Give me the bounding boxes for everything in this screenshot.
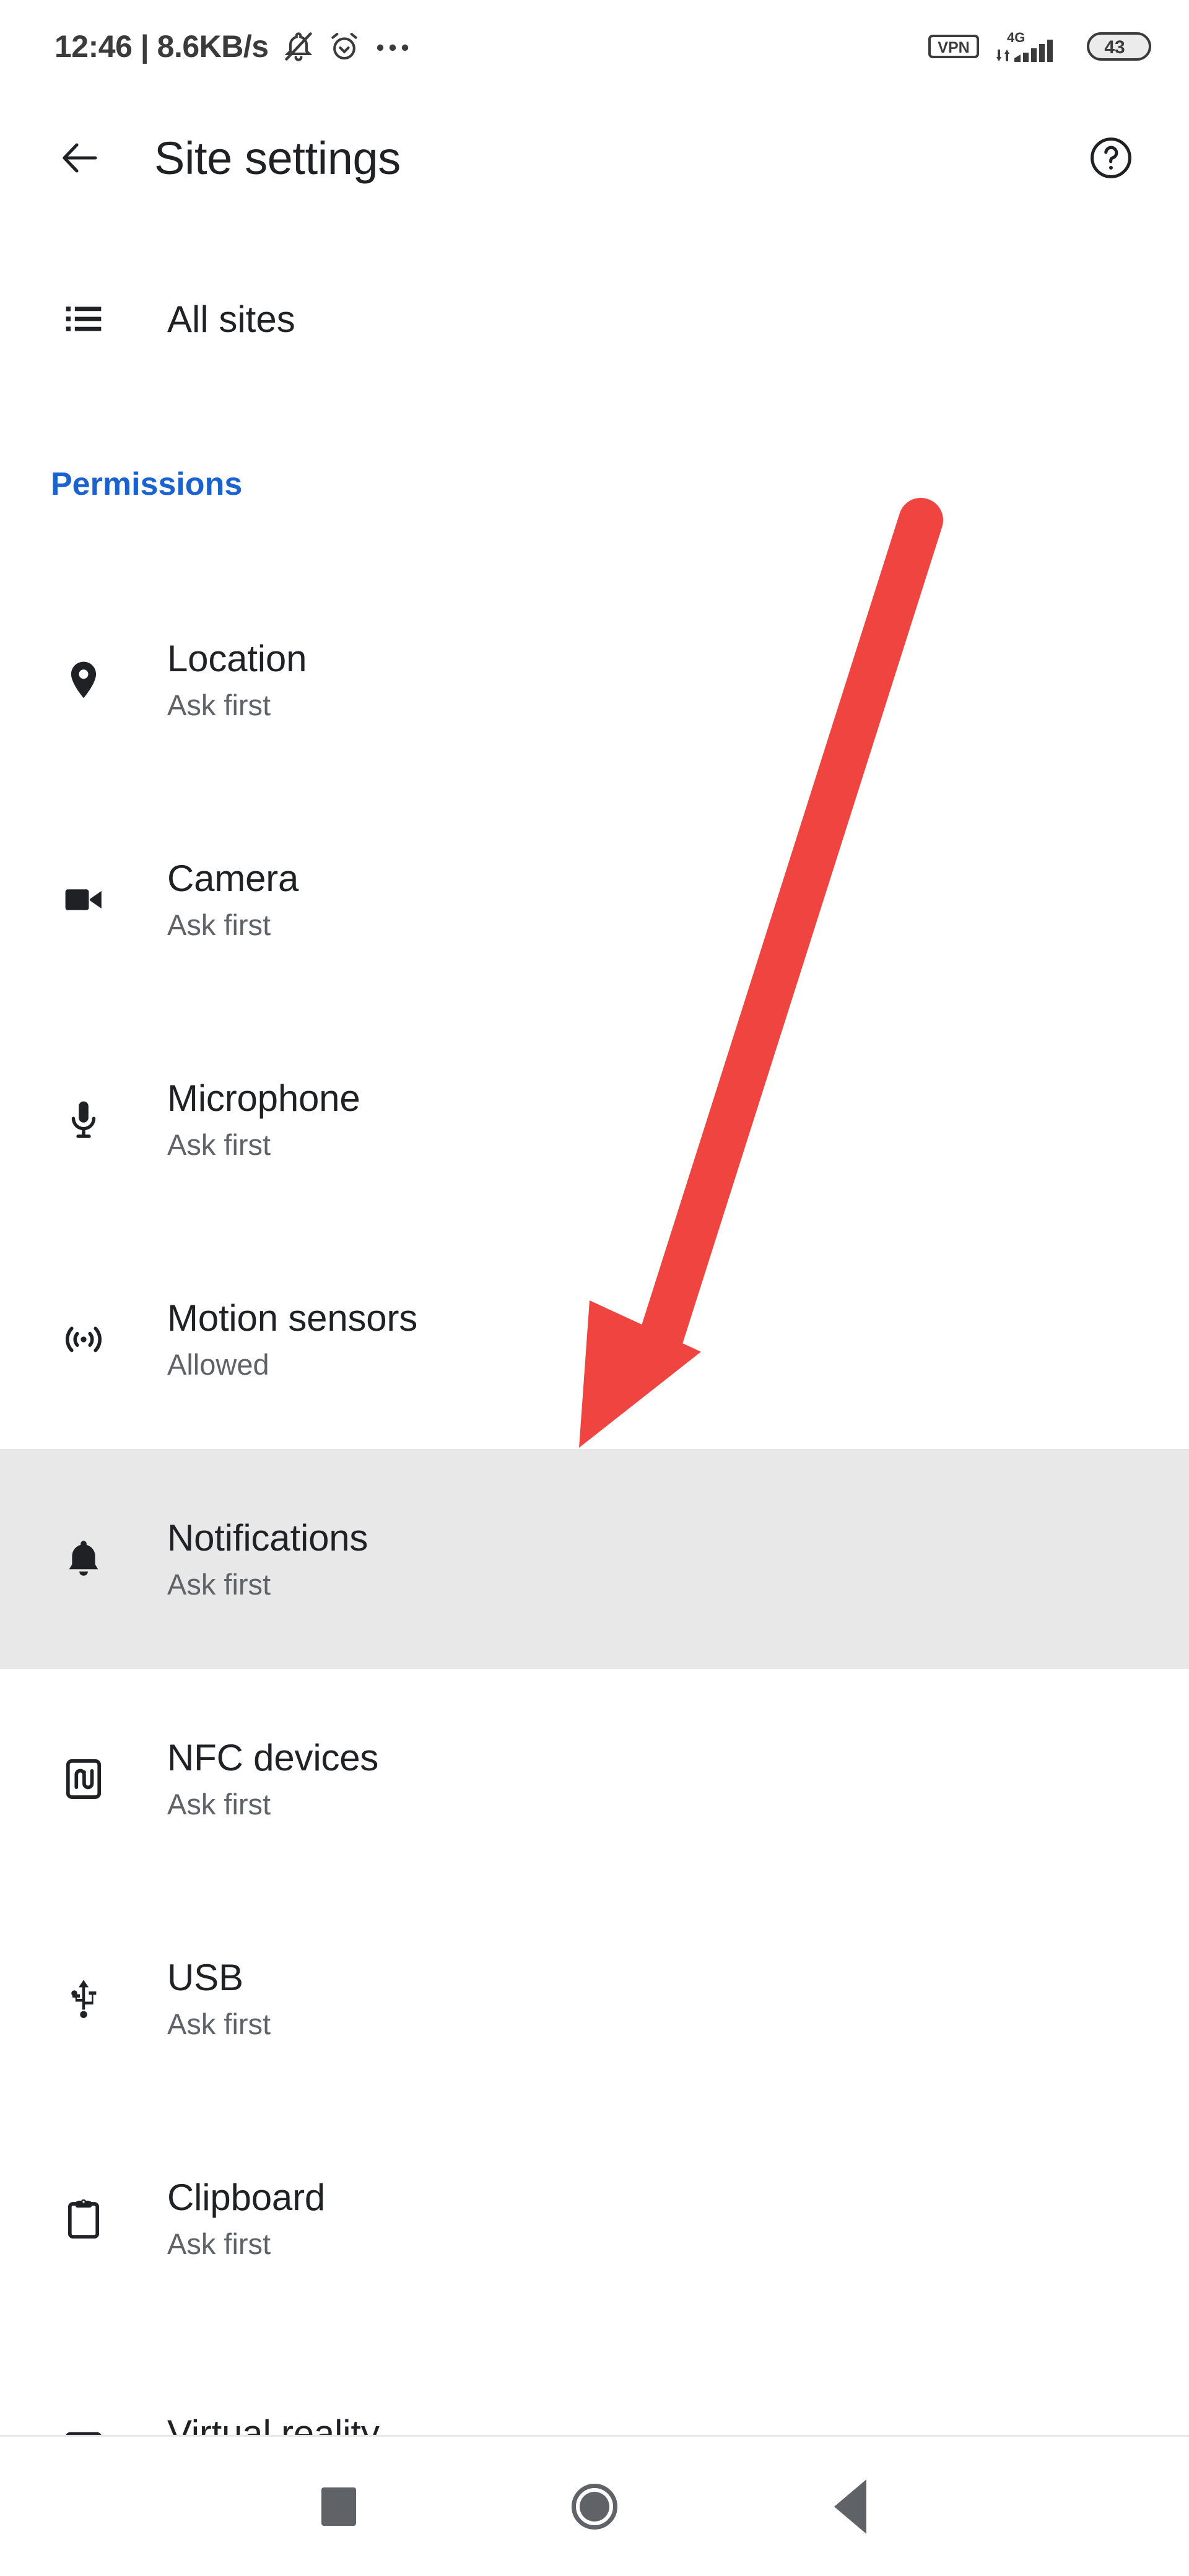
vpn-badge: VPN bbox=[928, 30, 980, 63]
permission-title: Motion sensors bbox=[167, 1297, 418, 1339]
permission-row-nfc-devices[interactable]: NFC devices Ask first bbox=[0, 1669, 1189, 1889]
back-button[interactable] bbox=[34, 136, 127, 180]
all-sites-label: All sites bbox=[167, 298, 295, 340]
permission-status: Ask first bbox=[167, 1788, 271, 1821]
status-bar: 12:46 | 8.6KB/s VPN 4G 43 bbox=[0, 0, 1189, 93]
status-clock: 12:46 | 8.6KB/s bbox=[54, 29, 269, 64]
help-circle-icon bbox=[1087, 134, 1135, 181]
permission-status: Ask first bbox=[167, 1568, 271, 1601]
signal-bars-icon: 4G bbox=[996, 27, 1070, 66]
permission-text: Location Ask first bbox=[167, 638, 307, 721]
location-pin-icon bbox=[0, 658, 167, 702]
alarm-clock-icon bbox=[328, 30, 360, 63]
permission-row-notifications[interactable]: Notifications Ask first bbox=[0, 1449, 1189, 1669]
list-icon bbox=[0, 298, 167, 340]
nfc-icon bbox=[0, 1757, 167, 1801]
permission-title: USB bbox=[167, 1957, 243, 1999]
phone-screen: 12:46 | 8.6KB/s VPN 4G 43 Site settings … bbox=[0, 0, 1189, 2576]
permission-row-usb[interactable]: USB Ask first bbox=[0, 1889, 1189, 2108]
permission-title: Clipboard bbox=[167, 2177, 326, 2219]
usb-icon bbox=[0, 1977, 167, 2021]
permission-title: NFC devices bbox=[167, 1737, 379, 1779]
microphone-icon bbox=[0, 1097, 167, 1142]
permission-status: Ask first bbox=[167, 689, 271, 722]
back-nav-button[interactable] bbox=[807, 2463, 894, 2550]
permission-status: Allowed bbox=[167, 1348, 269, 1382]
android-nav-bar bbox=[0, 2437, 1189, 2576]
permission-row-location[interactable]: Location Ask first bbox=[0, 570, 1189, 790]
permission-text: Microphone Ask first bbox=[167, 1077, 360, 1161]
app-bar: Site settings bbox=[0, 93, 1189, 223]
permission-text: Clipboard Ask first bbox=[167, 2177, 325, 2260]
battery-badge: 43 bbox=[1086, 30, 1152, 63]
permission-status: Ask first bbox=[167, 2227, 271, 2261]
motion-sensor-icon bbox=[0, 1317, 167, 1362]
bell-icon bbox=[0, 1537, 167, 1582]
back-triangle-icon bbox=[834, 2479, 867, 2534]
recents-square-icon bbox=[321, 2487, 356, 2526]
permissions-list: Location Ask first Camera Ask first Micr… bbox=[0, 570, 1189, 2548]
video-camera-icon bbox=[0, 877, 167, 922]
permission-text: Motion sensors Allowed bbox=[167, 1297, 417, 1381]
home-circle-icon bbox=[571, 2483, 617, 2530]
status-bar-left: 12:46 | 8.6KB/s bbox=[54, 28, 411, 64]
all-sites-row[interactable]: All sites bbox=[0, 266, 1189, 372]
permission-title: Microphone bbox=[167, 1077, 360, 1120]
permission-row-clipboard[interactable]: Clipboard Ask first bbox=[0, 2108, 1189, 2328]
permission-status: Ask first bbox=[167, 908, 271, 942]
permission-text: Notifications Ask first bbox=[167, 1517, 368, 1601]
permission-text: Camera Ask first bbox=[167, 858, 298, 941]
clipboard-icon bbox=[0, 2196, 167, 2241]
permission-text: USB Ask first bbox=[167, 1957, 271, 2040]
permission-text: NFC devices Ask first bbox=[167, 1737, 378, 1821]
permission-title: Camera bbox=[167, 858, 299, 900]
permissions-section-header: Permissions bbox=[51, 466, 243, 502]
svg-text:4G: 4G bbox=[1007, 30, 1025, 45]
permission-row-motion-sensors[interactable]: Motion sensors Allowed bbox=[0, 1229, 1189, 1449]
status-bar-right: VPN 4G 43 bbox=[928, 27, 1152, 66]
more-dots-icon bbox=[374, 30, 411, 63]
permission-title: Location bbox=[167, 638, 307, 680]
permission-row-camera[interactable]: Camera Ask first bbox=[0, 790, 1189, 1009]
home-button[interactable] bbox=[551, 2463, 638, 2550]
recents-button[interactable] bbox=[295, 2463, 382, 2550]
back-arrow-icon bbox=[58, 136, 103, 180]
permission-status: Ask first bbox=[167, 2008, 271, 2041]
svg-text:43: 43 bbox=[1104, 37, 1125, 58]
svg-text:VPN: VPN bbox=[938, 39, 969, 56]
permission-status: Ask first bbox=[167, 1128, 271, 1162]
page-title: Site settings bbox=[154, 132, 401, 184]
bell-muted-icon bbox=[282, 30, 315, 63]
help-button[interactable] bbox=[1087, 134, 1135, 181]
permission-title: Notifications bbox=[167, 1517, 368, 1559]
permission-row-microphone[interactable]: Microphone Ask first bbox=[0, 1009, 1189, 1229]
